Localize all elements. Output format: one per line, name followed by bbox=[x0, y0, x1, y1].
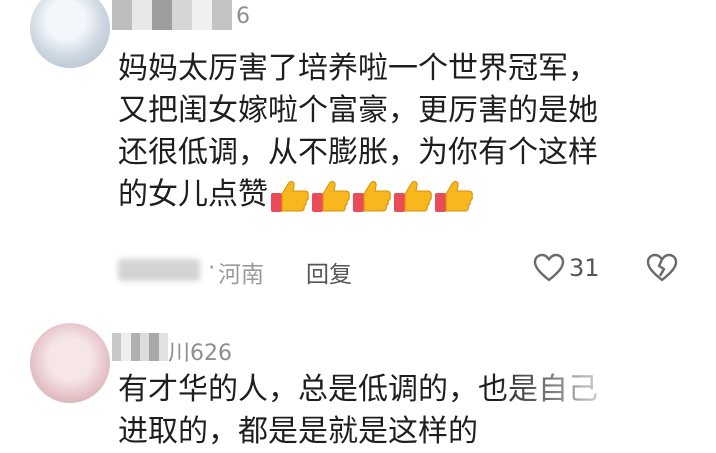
location-label: 河南 bbox=[218, 262, 264, 288]
username-mosaic bbox=[112, 0, 232, 30]
comment-line-last: 的女儿点赞 bbox=[118, 174, 698, 217]
avatar[interactable] bbox=[30, 0, 110, 68]
comment-line: 还很低调，从不膨胀，为你有个这样 bbox=[118, 135, 598, 170]
thumbs-up-icon bbox=[311, 178, 351, 214]
avatar[interactable] bbox=[30, 323, 110, 403]
comment-line: 妈妈太厉害了培养啦一个世界冠军， bbox=[118, 51, 598, 86]
like-count: 31 bbox=[569, 254, 600, 282]
username[interactable]: 川626 bbox=[168, 335, 232, 367]
username[interactable]: 6 bbox=[236, 4, 250, 29]
heart-icon bbox=[533, 253, 565, 282]
thumbs-up-emoji-group bbox=[270, 175, 475, 217]
text-redaction-fade bbox=[496, 370, 716, 444]
dislike-button[interactable] bbox=[646, 253, 678, 289]
thumbs-up-icon bbox=[270, 178, 310, 214]
thumbs-up-icon bbox=[434, 178, 474, 214]
reply-button[interactable]: 回复 bbox=[306, 255, 352, 289]
broken-heart-icon bbox=[646, 253, 678, 282]
comment-meta: · 河南 回复 31 bbox=[118, 253, 698, 288]
comment-text: 妈妈太厉害了培养啦一个世界冠军， 又把闺女嫁啦个富豪，更厉害的是她 还很低调，从… bbox=[118, 48, 698, 217]
separator-dot: · bbox=[208, 255, 216, 281]
like-button[interactable]: 31 bbox=[533, 253, 600, 283]
thumbs-up-icon bbox=[352, 178, 392, 214]
date-redacted bbox=[118, 259, 200, 281]
comment-line-text: 的女儿点赞 bbox=[118, 177, 268, 212]
username-mosaic bbox=[112, 333, 168, 361]
comment-line: 又把闺女嫁啦个富豪，更厉害的是她 bbox=[118, 93, 598, 128]
comment-item: 6 妈妈太厉害了培养啦一个世界冠军， 又把闺女嫁啦个富豪，更厉害的是她 还很低调… bbox=[0, 0, 716, 305]
thumbs-up-icon bbox=[393, 178, 433, 214]
